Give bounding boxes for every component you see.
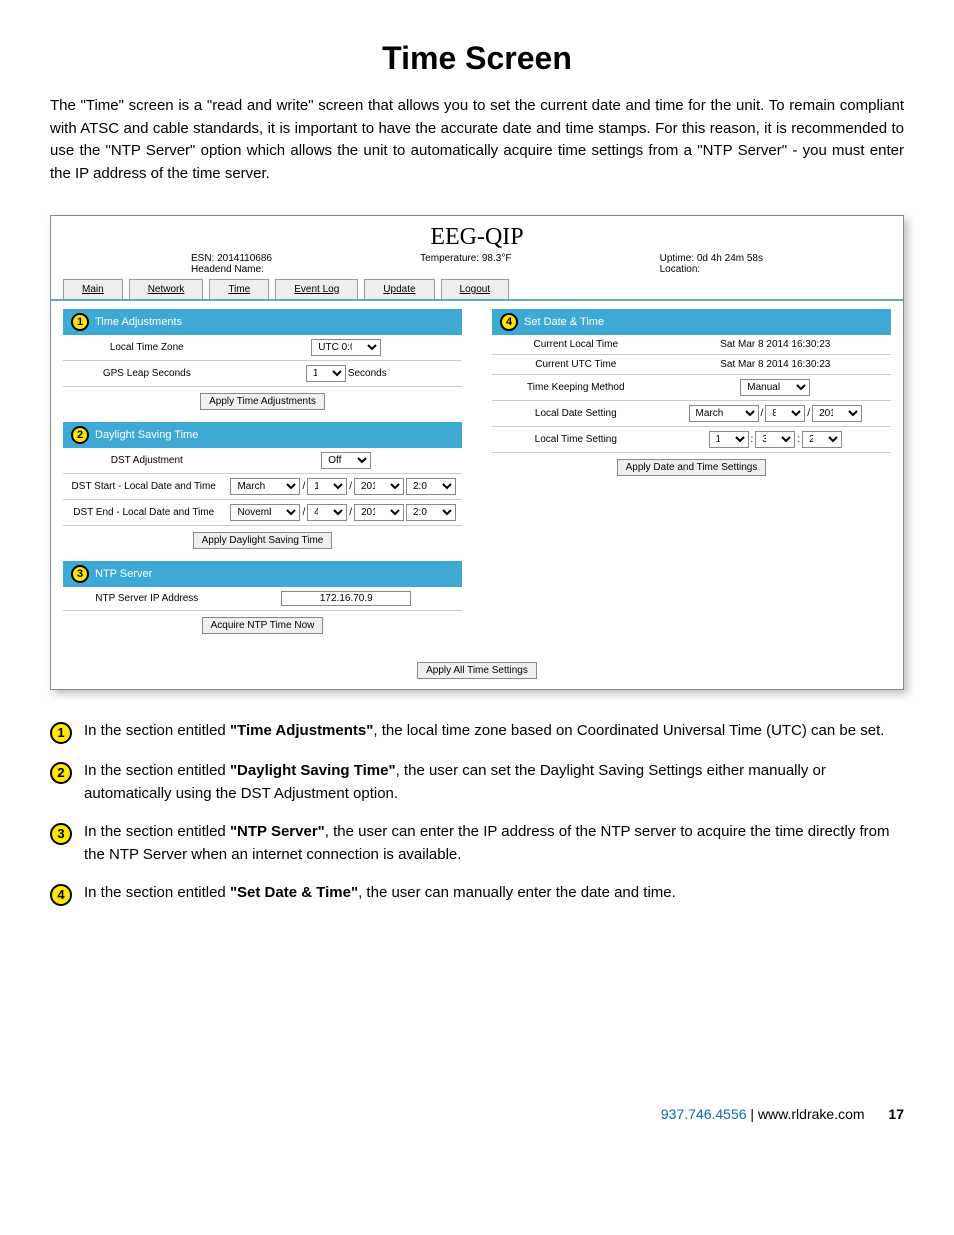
slash-icon: / [349, 481, 352, 492]
leap-label: GPS Leap Seconds [63, 364, 231, 383]
app-window: EEG-QIP ESN: 2014110686 Headend Name: Te… [50, 215, 904, 690]
section-time-adjustments-head: 1 Time Adjustments [63, 309, 462, 335]
current-utc-time-label: Current UTC Time [492, 355, 660, 374]
local-time-hour-select[interactable]: 16 [709, 431, 749, 448]
page-title: Time Screen [50, 40, 904, 77]
dst-start-year-select[interactable]: 2013 [354, 478, 404, 495]
explain-4: In the section entitled "Set Date & Time… [84, 882, 904, 906]
tab-main[interactable]: Main [63, 279, 123, 299]
local-time-setting-label: Local Time Setting [492, 430, 660, 449]
tab-logout[interactable]: Logout [441, 279, 510, 299]
app-title: EEG-QIP [51, 216, 903, 253]
dst-end-time-select[interactable]: 2:00 [406, 504, 456, 521]
badge-4-icon: 4 [50, 884, 72, 906]
section-set-date-time-head: 4 Set Date & Time [492, 309, 891, 335]
acquire-ntp-button[interactable]: Acquire NTP Time Now [202, 617, 324, 634]
dst-adj-label: DST Adjustment [63, 451, 231, 470]
badge-4-icon: 4 [500, 313, 518, 331]
local-time-min-select[interactable]: 30 [755, 431, 795, 448]
dst-end-day-select[interactable]: 4 [307, 504, 347, 521]
footer-phone: 937.746.4556 [661, 1106, 747, 1122]
local-time-sec-select[interactable]: 23 [802, 431, 842, 448]
section-time-adjustments-title: Time Adjustments [95, 316, 182, 328]
explain-2: In the section entitled "Daylight Saving… [84, 760, 904, 805]
dst-start-time-select[interactable]: 2:00 [406, 478, 456, 495]
badge-3-icon: 3 [71, 565, 89, 583]
ntp-ip-label: NTP Server IP Address [63, 589, 231, 608]
badge-2-icon: 2 [71, 426, 89, 444]
apply-dst-button[interactable]: Apply Daylight Saving Time [193, 532, 333, 549]
dst-end-month-select[interactable]: November [230, 504, 300, 521]
section-dst-title: Daylight Saving Time [95, 429, 198, 441]
time-keeping-method-label: Time Keeping Method [492, 378, 660, 397]
badge-1-icon: 1 [71, 313, 89, 331]
dst-end-year-select[interactable]: 2013 [354, 504, 404, 521]
app-tabs: Main Network Time Event Log Update Logou… [51, 279, 903, 301]
slash-icon: / [807, 408, 810, 419]
explain-1: In the section entitled "Time Adjustment… [84, 720, 904, 744]
dst-adj-select[interactable]: Off [321, 452, 371, 469]
current-local-time-label: Current Local Time [492, 335, 660, 354]
tab-event-log[interactable]: Event Log [275, 279, 358, 299]
headend-label: Headend Name: [191, 264, 272, 275]
slash-icon: / [302, 481, 305, 492]
slash-icon: / [302, 507, 305, 518]
intro-text: The "Time" screen is a "read and write" … [50, 95, 904, 185]
tz-select[interactable]: UTC 0:00 [311, 339, 381, 356]
local-date-year-select[interactable]: 2014 [812, 405, 862, 422]
local-date-setting-label: Local Date Setting [492, 404, 660, 423]
footer: 937.746.4556 | www.rldrake.com 17 [50, 1106, 904, 1122]
dst-end-label: DST End - Local Date and Time [63, 503, 224, 522]
tab-time[interactable]: Time [209, 279, 269, 299]
time-keeping-method-select[interactable]: Manual [740, 379, 810, 396]
dst-start-day-select[interactable]: 11 [307, 478, 347, 495]
temp-label: Temperature: 98.3°F [420, 253, 511, 275]
footer-site: www.rldrake.com [758, 1106, 865, 1122]
slash-icon: / [761, 408, 764, 419]
badge-3-icon: 3 [50, 823, 72, 845]
badge-1-icon: 1 [50, 722, 72, 744]
uptime-label: Uptime: 0d 4h 24m 58s [660, 253, 763, 264]
current-local-time-value: Sat Mar 8 2014 16:30:23 [660, 335, 891, 354]
badge-2-icon: 2 [50, 762, 72, 784]
section-ntp-title: NTP Server [95, 568, 152, 580]
tab-network[interactable]: Network [129, 279, 204, 299]
tz-label: Local Time Zone [63, 338, 231, 357]
leap-unit: Seconds [348, 368, 387, 379]
dst-start-month-select[interactable]: March [230, 478, 300, 495]
dst-start-label: DST Start - Local Date and Time [63, 477, 224, 496]
ntp-ip-input[interactable] [281, 591, 411, 606]
local-date-day-select[interactable]: 8 [765, 405, 805, 422]
tab-update[interactable]: Update [364, 279, 434, 299]
current-utc-time-value: Sat Mar 8 2014 16:30:23 [660, 355, 891, 374]
slash-icon: / [349, 507, 352, 518]
local-date-month-select[interactable]: March [689, 405, 759, 422]
esn-label: ESN: 2014110686 [191, 253, 272, 264]
explanations: 1 In the section entitled "Time Adjustme… [50, 720, 904, 906]
leap-select[interactable]: 15 [306, 365, 346, 382]
explain-3: In the section entitled "NTP Server", th… [84, 821, 904, 866]
footer-sep: | [747, 1106, 758, 1122]
colon-icon: : [797, 434, 800, 445]
section-dst-head: 2 Daylight Saving Time [63, 422, 462, 448]
colon-icon: : [751, 434, 754, 445]
apply-all-time-settings-button[interactable]: Apply All Time Settings [417, 662, 537, 679]
section-set-date-time-title: Set Date & Time [524, 316, 604, 328]
page-number: 17 [888, 1106, 904, 1122]
section-ntp-head: 3 NTP Server [63, 561, 462, 587]
apply-time-adjustments-button[interactable]: Apply Time Adjustments [200, 393, 325, 410]
app-status-row: ESN: 2014110686 Headend Name: Temperatur… [51, 253, 903, 279]
apply-date-time-button[interactable]: Apply Date and Time Settings [617, 459, 767, 476]
location-label: Location: [660, 264, 763, 275]
